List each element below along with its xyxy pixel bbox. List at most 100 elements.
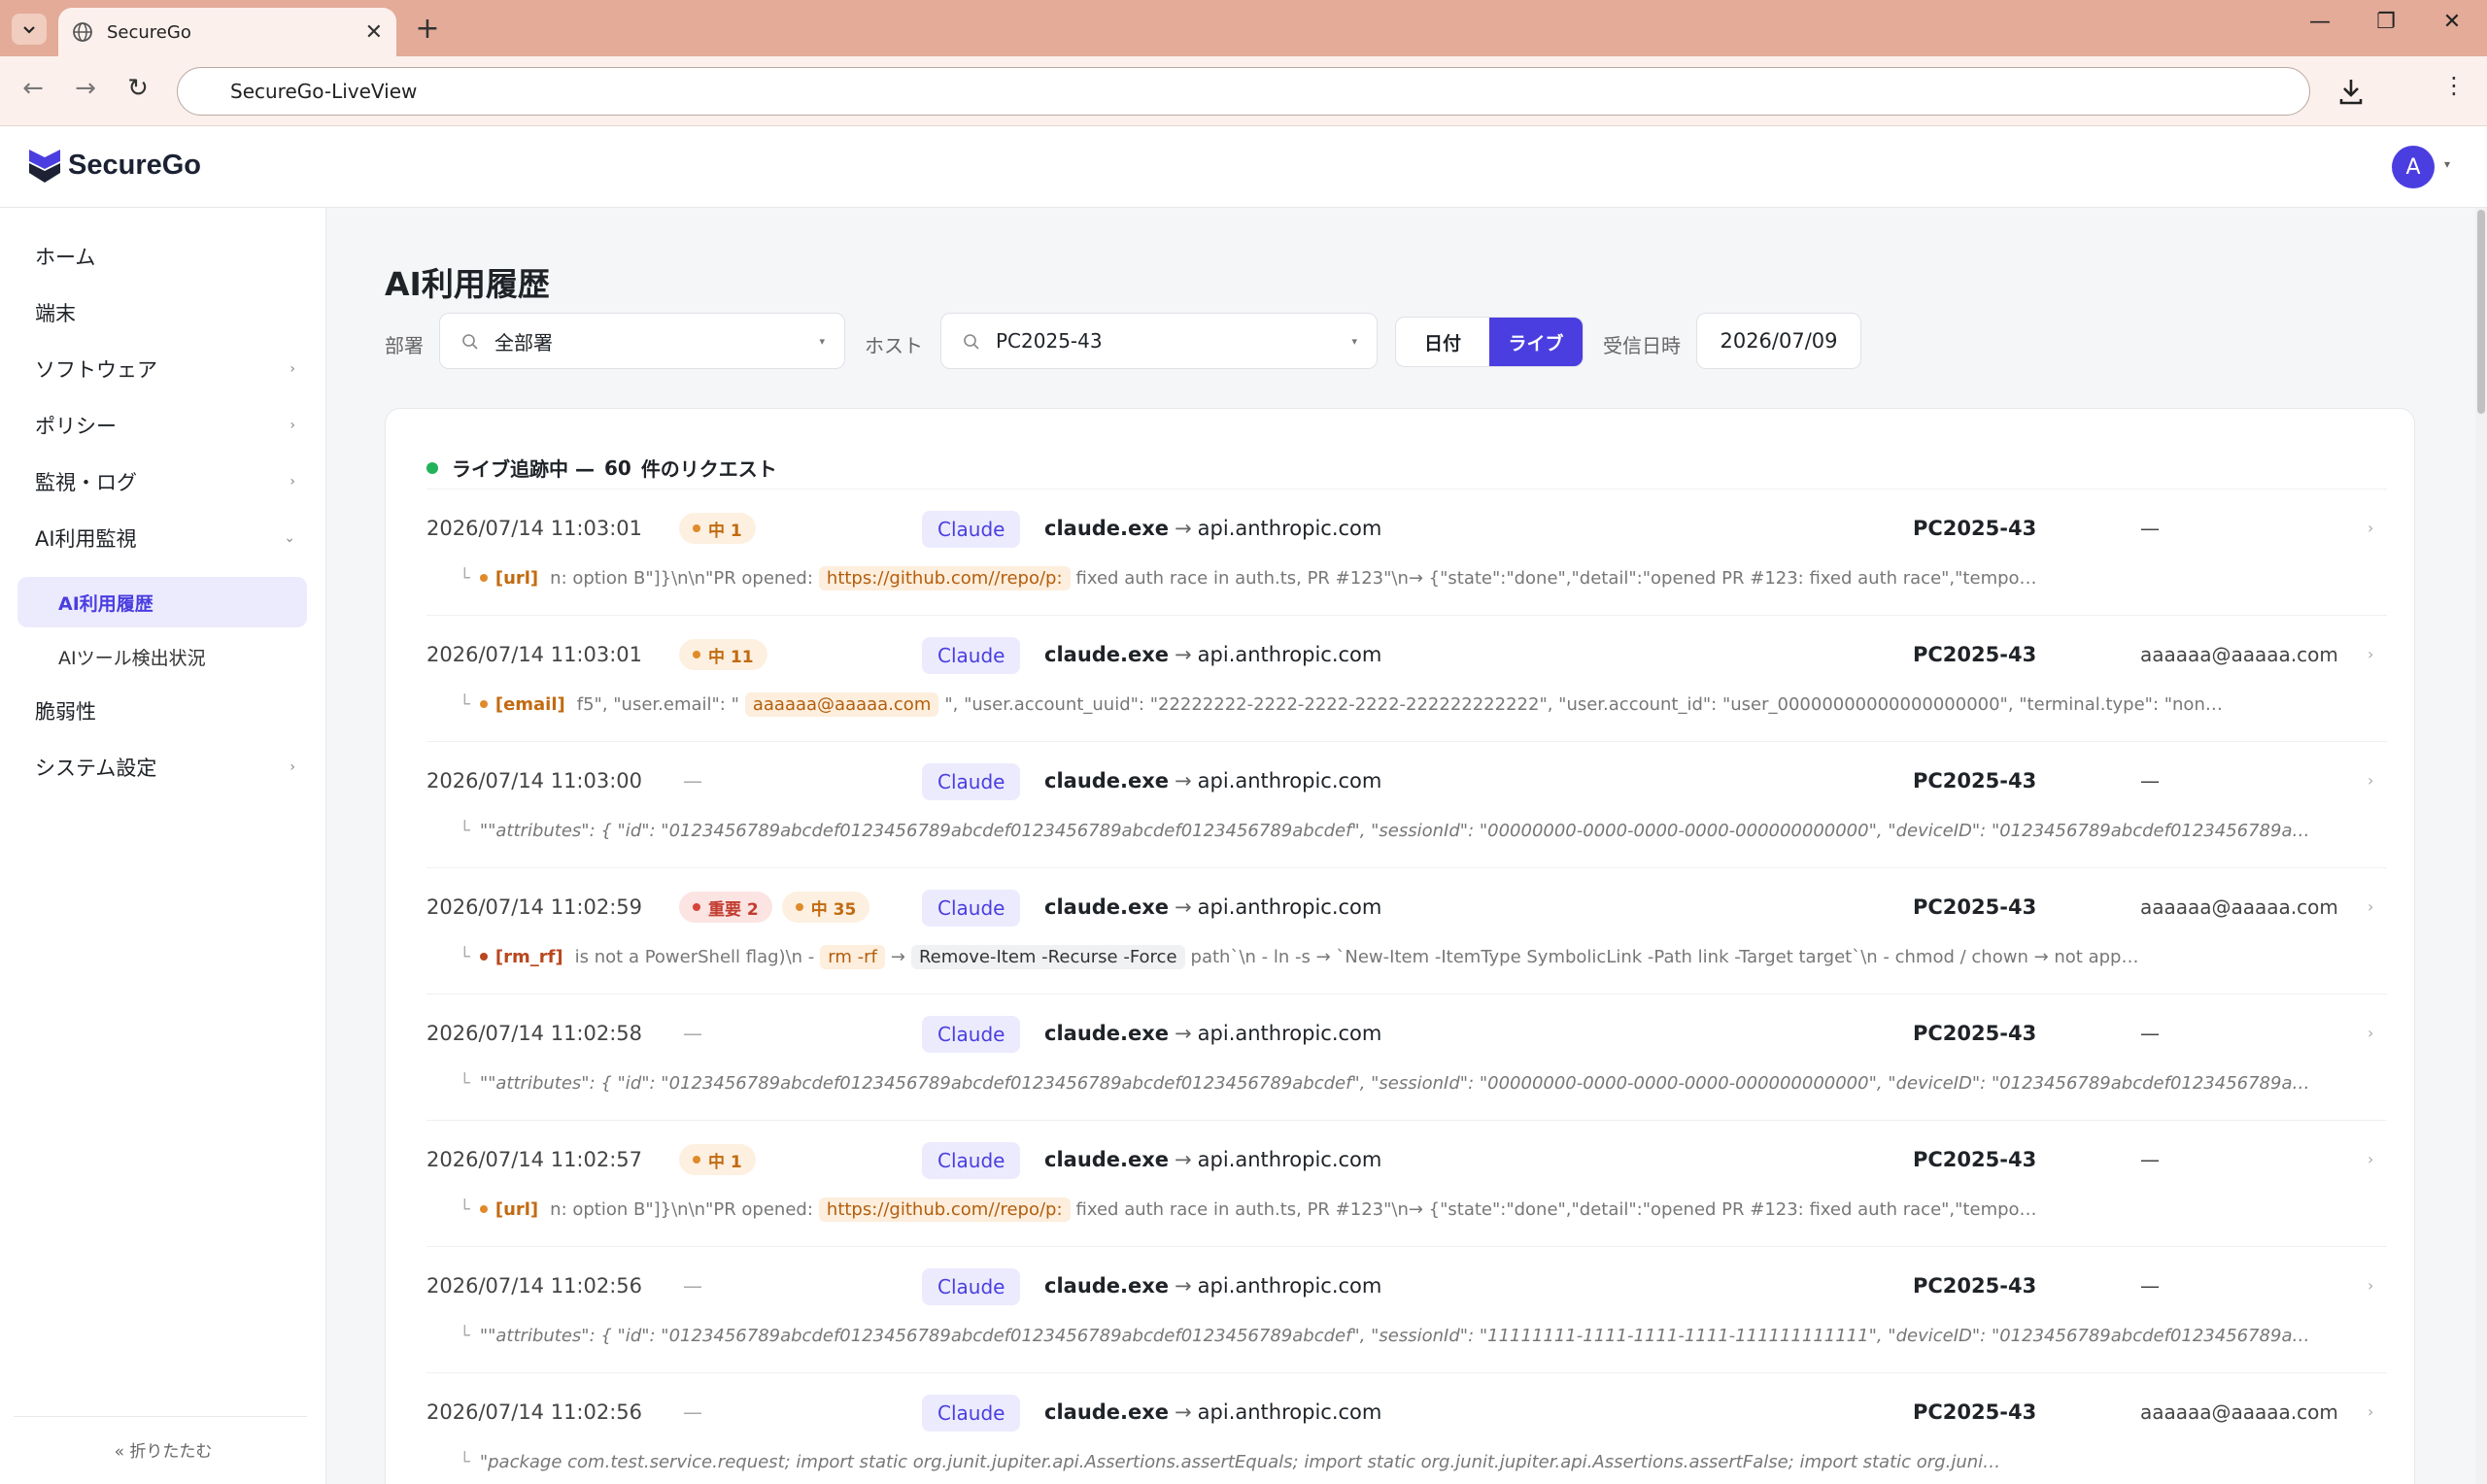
detail-text: fixed auth race in auth.ts, PR #123"\n→ … [1075,567,2037,589]
finding-dot [479,700,488,708]
download-icon [2339,80,2363,105]
sidebar-item-policy[interactable]: ポリシー › [17,400,307,451]
sidebar-item-software[interactable]: ソフトウェア › [17,344,307,394]
sidebar-item-ai-history[interactable]: AI利用履歴 [17,577,307,627]
request-detail: └ [url] n: option B"]}\n\n"PR opened: https… [460,1193,2325,1226]
finding-dot [479,1205,488,1213]
chevron-right-icon[interactable]: › [2368,645,2373,663]
chevron-right-icon[interactable]: › [2368,1276,2373,1295]
back-button[interactable]: ← [16,74,51,103]
minimize-button[interactable]: — [2300,10,2339,34]
forward-button[interactable]: → [68,74,103,103]
download-button[interactable] [2332,74,2370,109]
window-close-button[interactable]: ✕ [2433,10,2471,34]
arrow-right-icon: → [1175,1148,1192,1171]
sidebar-item-vulnerabilities[interactable]: 脆弱性 [17,686,307,736]
new-tab-button[interactable]: + [410,12,445,46]
process-name: claude.exe [1044,643,1170,666]
page-scrollbar[interactable] [2475,208,2487,1484]
close-tab-icon[interactable]: ✕ [365,20,383,45]
brand-logo[interactable]: SecureGo [27,146,201,185]
request-time: 2026/07/14 11:03:01 [426,643,643,666]
chevron-right-icon[interactable]: › [2368,1024,2373,1042]
request-time: 2026/07/14 11:02:58 [426,1022,643,1045]
detail-text: fixed auth race in auth.ts, PR #123"\n→ … [1075,1198,2037,1220]
severity-dot [693,903,700,911]
table-row[interactable]: 2026/07/14 11:03:00 — Claude claude.exe → api… [426,741,2387,867]
scrollbar-thumb[interactable] [2477,210,2485,414]
sidebar-item-ai-monitoring[interactable]: AI利用監視 ⌄ [17,513,307,563]
process-name: claude.exe [1044,1022,1170,1045]
dept-select-value: 全部署 [494,330,553,354]
process-name: claude.exe [1044,1148,1170,1171]
browser-menu-button[interactable]: ⋮ [2436,72,2471,99]
sidebar-item-devices[interactable]: 端末 [17,287,307,338]
detail-text: is not a PowerShell flag)\n - [574,946,815,967]
collapse-sidebar-button[interactable]: « 折りたたむ [0,1437,326,1462]
table-row[interactable]: 2026/07/14 11:03:01 中 1 Claude claude.exe → a… [426,489,2387,615]
severity-dot [693,524,700,532]
process-name: claude.exe [1044,517,1170,540]
request-detail: └ "package com.test.service.request; impo… [460,1445,2325,1478]
ai-tool-chip: Claude [922,763,1021,800]
target-host: api.anthropic.com [1197,643,1382,666]
severity-badge: 中 11 [679,639,767,670]
detail-arrow: → [890,946,905,967]
detail-connector: └ [460,567,470,589]
table-row[interactable]: 2026/07/14 11:02:56 — Claude claude.exe → api… [426,1372,2387,1484]
process-target: claude.exe → api.anthropic.com [1044,517,1381,540]
table-row[interactable]: 2026/07/14 11:03:01 中 11 Claude claude.exe →… [426,615,2387,741]
host-filter-label: ホスト [865,334,923,357]
user-email: aaaaaa@aaaaa.com [2140,895,2338,919]
process-name: claude.exe [1044,1400,1170,1424]
chevron-right-icon[interactable]: › [2368,897,2373,916]
chevron-right-icon: › [290,759,295,775]
finding-kind: [url] [494,567,539,589]
browser-tab[interactable]: SecureGo ✕ [58,8,396,56]
detail-connector: └ [460,1325,470,1346]
host-name: PC2025-43 [1913,1400,2037,1424]
mode-live-button[interactable]: ライブ [1489,318,1583,366]
received-date-picker[interactable]: 2026/07/09 [1696,313,1861,369]
user-email: aaaaaa@aaaaa.com [2140,643,2338,666]
sidebar-item-system-settings[interactable]: システム設定 › [17,742,307,793]
sidebar-item-monitoring-logs[interactable]: 監視・ログ › [17,456,307,507]
live-indicator-dot [426,461,438,474]
tab-search-button[interactable] [12,14,47,45]
ai-tool-chip: Claude [922,1395,1021,1432]
severity-badge: 中 1 [679,1144,756,1175]
chevron-right-icon[interactable]: › [2368,519,2373,537]
sidebar-item-ai-tool-detection[interactable]: AIツール検出状況 [17,631,307,682]
dept-select[interactable]: 全部署 ▾ [439,313,845,369]
user-email: — [2140,1022,2160,1045]
target-host: api.anthropic.com [1197,769,1382,793]
table-row[interactable]: 2026/07/14 11:02:59 重要 2 中 35 Claude claude.… [426,867,2387,994]
chevron-right-icon[interactable]: › [2368,1150,2373,1168]
avatar[interactable]: A [2392,146,2435,188]
sidebar-item-home[interactable]: ホーム [17,231,307,282]
table-row[interactable]: 2026/07/14 11:02:58 — Claude claude.exe → api… [426,994,2387,1120]
severity-badges: 中 11 [679,639,777,670]
chevron-right-icon[interactable]: › [2368,771,2373,790]
target-host: api.anthropic.com [1197,1148,1382,1171]
restore-button[interactable]: ❐ [2367,10,2405,34]
main-content: AI利用履歴 部署 全部署 ▾ ホスト PC2025-43 ▾ 日付 ライブ 受… [326,208,2487,1484]
chevron-right-icon: › [290,418,295,433]
host-select[interactable]: PC2025-43 ▾ [940,313,1378,369]
table-row[interactable]: 2026/07/14 11:02:57 中 1 Claude claude.exe → a… [426,1120,2387,1246]
reload-button[interactable]: ↻ [120,74,155,103]
sidebar: ホーム 端末 ソフトウェア › ポリシー › 監視・ログ › AI利用監視 ⌄ AI利用… [0,208,326,1484]
chevron-down-icon [23,26,35,34]
mode-date-button[interactable]: 日付 [1396,318,1489,366]
request-detail: └ ""attributes": { "id": "0123456789abcde… [460,1066,2325,1099]
host-name: PC2025-43 [1913,1148,2037,1171]
request-log-card: ライブ追跡中 — 60 件のリクエスト 2026/07/14 11:03:01 中… [385,408,2415,1484]
host-name: PC2025-43 [1913,517,2037,540]
finding-kind: [email] [494,693,565,715]
table-row[interactable]: 2026/07/14 11:02:56 — Claude claude.exe → api… [426,1246,2387,1372]
chevron-down-icon[interactable]: ▾ [2444,157,2450,171]
chevron-right-icon[interactable]: › [2368,1402,2373,1421]
detail-text: n: option B"]}\n\n"PR opened: [550,1198,813,1220]
target-host: api.anthropic.com [1197,1022,1382,1045]
address-bar[interactable]: SecureGo-LiveView [177,67,2310,116]
